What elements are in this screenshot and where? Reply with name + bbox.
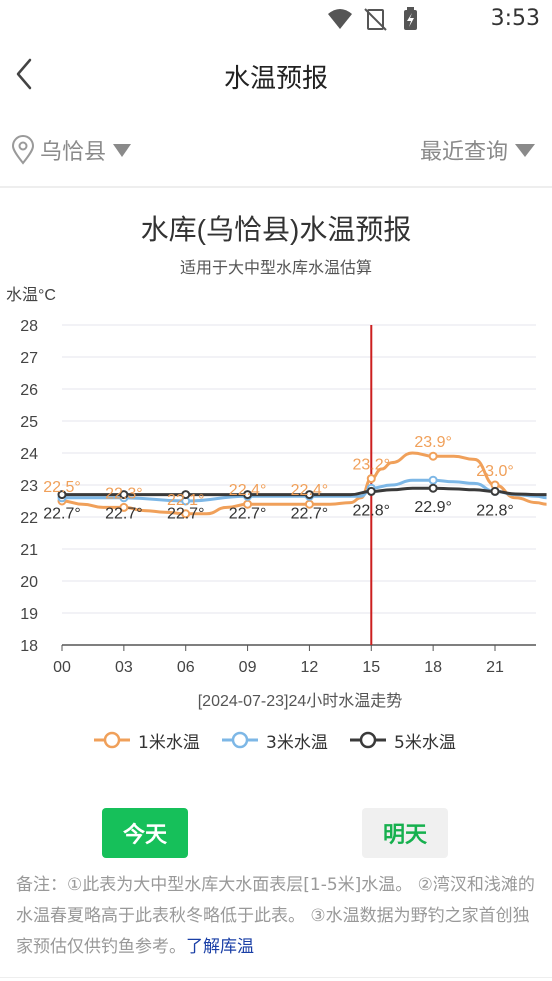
tomorrow-button[interactable]: 明天 — [362, 808, 448, 858]
data-label: 22.4° — [291, 482, 329, 499]
data-label: 22.7° — [291, 506, 329, 523]
legend-item-1m[interactable]: 1米水温 — [92, 722, 200, 758]
chart-legend: 1米水温 3米水温 5米水温 — [0, 722, 552, 758]
x-tick-label: 03 — [115, 659, 133, 676]
y-tick-label: 25 — [20, 414, 38, 431]
data-labels: 22.5° 22.3° 22.1°22.4° 22.4°23.2°23.9°23.0°… — [43, 434, 514, 522]
legend-swatch-1m — [94, 731, 130, 749]
filter-bar: 乌恰县 最近查询 — [0, 124, 552, 176]
y-tick-label: 23 — [20, 478, 38, 495]
location-selector[interactable]: 乌恰县 — [10, 132, 132, 168]
data-label: 22.7° — [229, 506, 267, 523]
y-tick-label: 27 — [20, 350, 38, 367]
data-label: 22.4° — [229, 482, 267, 499]
no-signal-icon — [364, 8, 387, 31]
data-label: 22.9° — [414, 499, 452, 516]
wifi-icon — [328, 9, 352, 29]
legend-label-3m: 3米水温 — [266, 732, 328, 753]
location-label: 乌恰县 — [40, 140, 107, 165]
triangle-down-icon — [515, 144, 535, 157]
chart-subtitle: 适用于大中型水库水温估算 — [180, 258, 372, 277]
x-tick-labels: 00 03 06 09 12 15 18 21 — [53, 645, 504, 676]
learn-reservoir-temp-link[interactable]: 了解库温 — [186, 937, 254, 957]
water-temperature-chart: 水库(乌恰县)水温预报 适用于大中型水库水温估算 水温°C 18 19 20 21 22… — [6, 214, 547, 710]
y-tick-label: 24 — [20, 446, 38, 463]
legend-item-5m[interactable]: 5米水温 — [348, 722, 456, 758]
remarks-note: 备注：①此表为大中型水库大水面表层[1-5米]水温。 ②湾汊和浅滩的水温春夏略高… — [16, 870, 538, 963]
legend-label-5m: 5米水温 — [394, 732, 456, 753]
y-axis-label: 水温°C — [6, 286, 56, 304]
data-label: 22.8° — [353, 502, 391, 519]
y-tick-label: 18 — [20, 638, 38, 655]
data-label: 23.2° — [353, 457, 391, 474]
data-point — [428, 483, 438, 493]
data-label: 22.8° — [476, 502, 514, 519]
data-label: 23.0° — [476, 463, 514, 480]
page-title: 水温预报 — [223, 64, 328, 94]
recent-query-label: 最近查询 — [419, 140, 508, 165]
chart-title: 水库(乌恰县)水温预报 — [141, 214, 412, 245]
data-label: 22.7° — [167, 506, 205, 523]
y-tick-label: 28 — [20, 318, 38, 335]
data-point — [428, 475, 438, 485]
y-tick-label: 20 — [20, 574, 38, 591]
legend-item-3m[interactable]: 3米水温 — [220, 722, 328, 758]
status-icons — [328, 7, 417, 31]
recent-query-selector[interactable]: 最近查询 — [420, 132, 536, 168]
x-tick-label: 18 — [424, 659, 442, 676]
legend-swatch-5m — [350, 731, 386, 749]
x-tick-label: 15 — [362, 659, 380, 676]
status-time: 3:53 — [490, 6, 540, 31]
data-label: 23.9° — [414, 434, 452, 451]
triangle-down-icon — [113, 144, 132, 157]
y-tick-label: 21 — [20, 542, 38, 559]
bottom-divider — [0, 977, 552, 978]
x-axis-label: [2024-07-23]24小时水温走势 — [198, 692, 403, 710]
y-tick-label: 19 — [20, 606, 38, 623]
data-point — [490, 486, 500, 496]
today-button[interactable]: 今天 — [102, 808, 188, 858]
x-tick-label: 12 — [301, 659, 319, 676]
x-tick-label: 21 — [486, 659, 504, 676]
data-point — [366, 474, 376, 484]
data-label: 22.3° — [105, 485, 143, 502]
x-tick-label: 09 — [239, 659, 257, 676]
data-label: 22.7° — [105, 506, 143, 523]
legend-swatch-3m — [222, 731, 258, 749]
divider — [0, 186, 552, 188]
legend-label-1m: 1米水温 — [138, 732, 200, 753]
x-tick-label: 00 — [53, 659, 71, 676]
remarks-text: 备注：①此表为大中型水库大水面表层[1-5米]水温。 ②湾汊和浅滩的水温春夏略高… — [16, 875, 535, 957]
location-pin-icon — [11, 135, 35, 165]
data-label: 22.5° — [43, 479, 81, 496]
status-bar: 3:53 — [0, 0, 552, 40]
y-tick-label: 26 — [20, 382, 38, 399]
data-point — [366, 486, 376, 496]
data-point — [428, 451, 438, 461]
data-label: 22.7° — [43, 506, 81, 523]
battery-charging-icon — [404, 7, 417, 30]
x-tick-label: 06 — [177, 659, 195, 676]
y-tick-labels: 18 19 20 21 22 23 24 25 26 27 28 — [20, 318, 38, 655]
y-tick-label: 22 — [20, 510, 38, 527]
app-header: 水温预报 — [0, 40, 552, 110]
